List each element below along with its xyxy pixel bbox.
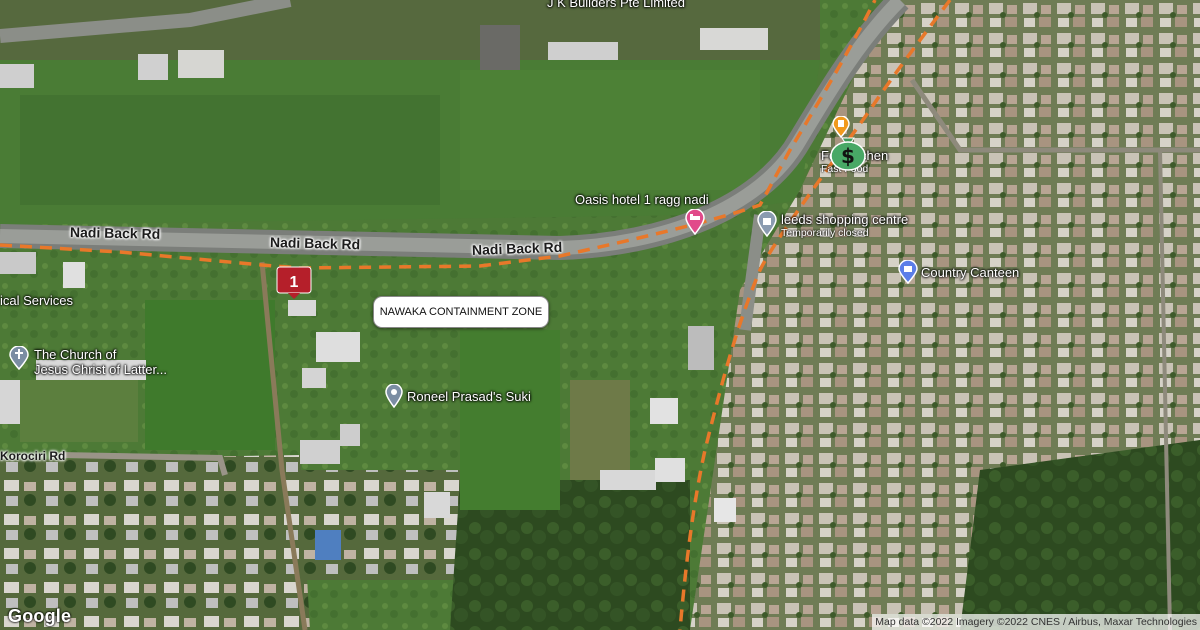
svg-text:$: $ bbox=[841, 144, 855, 168]
numbered-marker-icon[interactable]: 1 bbox=[276, 266, 312, 300]
location-pin-icon[interactable] bbox=[385, 384, 403, 408]
business-label-jk-builders[interactable]: J K Builders Pte Limited bbox=[547, 0, 685, 10]
road-label-koroc-ri-rd: Korocіri Rd bbox=[0, 449, 66, 463]
satellite-map[interactable]: Nadi Back Rd Nadi Back Rd Nadi Back Rd K… bbox=[0, 0, 1200, 630]
church-pin-icon[interactable] bbox=[9, 346, 29, 370]
shopping-cart-pin-icon[interactable] bbox=[898, 260, 918, 284]
poi-label-oasis-hotel[interactable]: Oasis hotel 1 ragg nadi bbox=[575, 192, 709, 207]
containment-zone-boundary bbox=[0, 0, 952, 630]
poi-label-country-canteen[interactable]: Country Canteen bbox=[921, 265, 1019, 280]
road-label-nadi-back-rd: Nadi Back Rd bbox=[269, 234, 361, 253]
poi-label-services[interactable]: ical Services bbox=[0, 293, 73, 308]
map-attribution[interactable]: Map data ©2022 Imagery ©2022 CNES / Airb… bbox=[872, 614, 1200, 630]
road-label-nadi-back-rd: Nadi Back Rd bbox=[471, 238, 563, 258]
poi-label-church-line2[interactable]: Jesus Christ of Latter... bbox=[34, 362, 167, 377]
money-bag-icon[interactable]: $ bbox=[826, 132, 870, 172]
poi-label-leeds-shopping[interactable]: leeds shopping centre bbox=[781, 212, 908, 227]
marker-number: 1 bbox=[290, 274, 299, 291]
containment-zone-label[interactable]: NAWAKA CONTAINMENT ZONE bbox=[373, 296, 549, 328]
shopping-pin-icon[interactable] bbox=[757, 211, 777, 237]
google-logo[interactable]: Google bbox=[8, 606, 71, 627]
poi-label-church-line1[interactable]: The Church of bbox=[34, 347, 116, 362]
hotel-pin-icon[interactable] bbox=[685, 209, 705, 235]
road-label-nadi-back-rd: Nadi Back Rd bbox=[69, 224, 161, 242]
poi-status-temporarily-closed: Temporarily closed bbox=[781, 227, 869, 239]
poi-label-roneel-prasads-suki[interactable]: Roneel Prasad's Suki bbox=[407, 389, 531, 404]
